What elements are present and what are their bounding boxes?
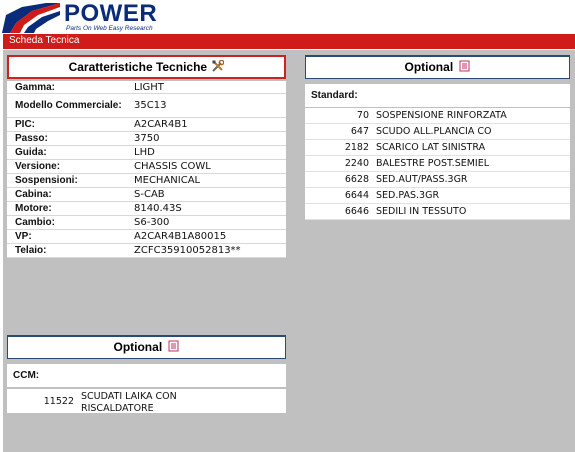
spec-label: Motore: bbox=[15, 203, 52, 214]
option-description: SCUDO ALL.PLANCIA CO bbox=[376, 126, 492, 137]
ccm-options-list: 11522 SCUDATI LAIKA CON RISCALDATORE bbox=[7, 389, 286, 414]
document-icon bbox=[459, 60, 469, 72]
option-description: SOSPENSIONE RINFORZATA bbox=[376, 110, 507, 121]
spec-row: Sospensioni: MECHANICAL bbox=[7, 174, 286, 188]
option-code: 6628 bbox=[344, 174, 369, 185]
option-row: 6628 SED.AUT/PASS.3GR bbox=[305, 172, 570, 188]
option-description: SED.AUT/PASS.3GR bbox=[376, 174, 468, 185]
spec-row: VP: A2CAR4B1A80015 bbox=[7, 230, 286, 244]
brand-name: POWER bbox=[64, 0, 158, 27]
spec-row: Passo: 3750 bbox=[7, 132, 286, 146]
optional-ccm-title: Optional bbox=[113, 340, 163, 354]
spec-value: S6-300 bbox=[134, 217, 170, 228]
spec-label: PIC: bbox=[15, 119, 35, 130]
specs-panel-title: Caratteristiche Tecniche bbox=[68, 60, 208, 74]
spec-row: Guida: LHD bbox=[7, 146, 286, 160]
option-row: 2240 BALESTRE POST.SEMIEL bbox=[305, 156, 570, 172]
spec-row: Cabina: S-CAB bbox=[7, 188, 286, 202]
option-code: 70 bbox=[356, 110, 369, 121]
standard-section-label: Standard: bbox=[305, 84, 570, 107]
spec-value: 8140.43S bbox=[134, 203, 182, 214]
spec-row: PIC: A2CAR4B1 bbox=[7, 118, 286, 132]
option-description: SED.PAS.3GR bbox=[376, 190, 440, 201]
tools-icon bbox=[212, 60, 225, 72]
brand-tagline: Parts On Web Easy Research bbox=[66, 25, 153, 32]
spec-value: LHD bbox=[134, 147, 155, 158]
spec-row: Gamma: LIGHT bbox=[7, 81, 286, 94]
page-title: Scheda Tecnica bbox=[9, 35, 80, 46]
option-row: 70 SOSPENSIONE RINFORZATA bbox=[305, 108, 570, 124]
power-logo-icon bbox=[2, 3, 60, 33]
option-row: 647 SCUDO ALL.PLANCIA CO bbox=[305, 124, 570, 140]
spec-row: Cambio: S6-300 bbox=[7, 216, 286, 230]
option-description: SCARICO LAT SINISTRA bbox=[376, 142, 486, 153]
option-code: 2182 bbox=[344, 142, 369, 153]
spec-value: 35C13 bbox=[134, 100, 167, 111]
spec-label: Modello Commerciale: bbox=[15, 100, 122, 111]
option-row: 6644 SED.PAS.3GR bbox=[305, 188, 570, 204]
optional-ccm-header: Optional bbox=[7, 335, 286, 359]
spec-value: A2CAR4B1A80015 bbox=[134, 231, 227, 242]
spec-row: Versione: CHASSIS COWL bbox=[7, 160, 286, 174]
ccm-label-text: CCM: bbox=[13, 370, 40, 381]
spec-label: Sospensioni: bbox=[15, 175, 78, 186]
document-icon bbox=[168, 340, 178, 352]
spec-value: A2CAR4B1 bbox=[134, 119, 188, 130]
spec-value: CHASSIS COWL bbox=[134, 161, 211, 172]
standard-label-text: Standard: bbox=[311, 90, 358, 101]
spec-value: S-CAB bbox=[134, 189, 165, 200]
spec-value: MECHANICAL bbox=[134, 175, 201, 186]
option-row: 11522 SCUDATI LAIKA CON RISCALDATORE bbox=[7, 389, 286, 414]
option-code: 2240 bbox=[344, 158, 369, 169]
option-row: 6646 SEDILI IN TESSUTO bbox=[305, 204, 570, 220]
optional-standard-title: Optional bbox=[404, 60, 454, 74]
option-row: 2182 SCARICO LAT SINISTRA bbox=[305, 140, 570, 156]
optional-standard-header: Optional bbox=[305, 55, 570, 79]
spec-row: Modello Commerciale: 35C13 bbox=[7, 94, 286, 118]
spec-value: 3750 bbox=[134, 133, 160, 144]
option-description: SCUDATI LAIKA CON RISCALDATORE bbox=[81, 391, 177, 414]
spec-label: Passo: bbox=[15, 133, 48, 144]
option-code: 647 bbox=[350, 126, 369, 137]
spec-value: LIGHT bbox=[134, 81, 164, 93]
specs-table: Gamma: LIGHT Modello Commerciale: 35C13 PIC:… bbox=[7, 81, 286, 258]
spec-value: ZCFC35910052813** bbox=[134, 245, 241, 256]
spec-row: Telaio: ZCFC35910052813** bbox=[7, 244, 286, 258]
standard-options-list: 70 SOSPENSIONE RINFORZATA 647 SCUDO ALL.PLA… bbox=[305, 108, 570, 220]
spec-label: Cambio: bbox=[15, 217, 55, 228]
option-code: 11522 bbox=[43, 396, 74, 407]
spec-label: Guida: bbox=[15, 147, 47, 158]
option-code: 6644 bbox=[344, 190, 369, 201]
spec-label: Cabina: bbox=[15, 189, 52, 200]
spec-row: Motore: 8140.43S bbox=[7, 202, 286, 216]
option-description: BALESTRE POST.SEMIEL bbox=[376, 158, 490, 169]
spec-label: Versione: bbox=[15, 161, 61, 172]
logo-bar: POWER Parts On Web Easy Research bbox=[0, 0, 575, 34]
spec-label: Gamma: bbox=[15, 81, 56, 93]
specs-panel-header: Caratteristiche Tecniche bbox=[7, 55, 286, 79]
spec-label: VP: bbox=[15, 231, 32, 242]
spec-label: Telaio: bbox=[15, 245, 47, 256]
page-title-bar: Scheda Tecnica bbox=[3, 34, 575, 49]
option-description: SEDILI IN TESSUTO bbox=[376, 206, 467, 217]
option-code: 6646 bbox=[344, 206, 369, 217]
ccm-section-label: CCM: bbox=[7, 364, 286, 387]
